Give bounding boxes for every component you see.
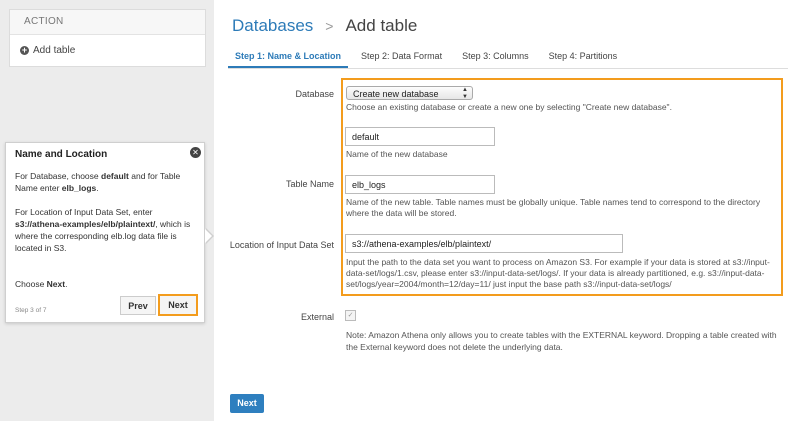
database-select-value: Create new database [353,89,439,99]
page-title: Add table [345,16,418,35]
table-name-help-1: Name of the new table. Table names must … [346,197,761,207]
plus-circle-icon: + [20,45,29,55]
tooltip-arrow [205,229,212,243]
table-name-help-2: where the data will be stored. [346,208,457,218]
wizard-tabs: Step 1: Name & Location Step 2: Data For… [228,46,788,69]
sidebar-header: ACTION [10,10,205,35]
database-label: Database [295,89,334,99]
location-help-1: Input the path to the data set you want … [346,257,770,267]
breadcrumb: Databases > Add table [232,16,417,36]
external-help-1: Note: Amazon Athena only allows you to c… [346,330,777,340]
database-help: Choose an existing database or create a … [346,102,672,112]
sidebar-item-add-table[interactable]: + Add table [20,45,75,56]
external-checkbox[interactable]: ✓ [345,310,356,321]
table-name-input[interactable]: elb_logs [345,175,495,194]
tooltip-step-indicator: Step 3 of 7 [15,307,47,314]
close-icon[interactable]: ✕ [190,147,201,158]
select-arrows-icon: ▲ ▼ [462,87,468,100]
tab-step-4[interactable]: Step 4: Partitions [542,46,625,68]
external-label: External [300,312,334,322]
location-input[interactable]: s3://athena-examples/elb/plaintext/ [345,234,623,253]
tab-step-2[interactable]: Step 2: Data Format [354,46,449,68]
location-help-2: data-set/logs/1.csv, please enter s3://i… [346,268,765,278]
location-help-3: set/logs/year=2004/month=12/day=11/ just… [346,279,672,289]
table-name-label: Table Name [285,179,334,189]
new-database-help: Name of the new database [346,149,448,159]
sidebar: ACTION + Add table [9,9,206,67]
location-label: Location of Input Data Set [229,240,334,250]
external-help-2: the External keyword does not delete the… [346,342,563,352]
next-button[interactable]: Next [230,394,264,413]
main-panel: Databases > Add table Step 1: Name & Loc… [214,0,800,421]
tab-step-1[interactable]: Step 1: Name & Location [228,46,349,68]
tooltip-prev-button[interactable]: Prev [120,296,156,315]
tour-tooltip: Name and Location ✕ For Database, choose… [5,142,214,323]
new-database-input[interactable]: default [345,127,495,146]
tooltip-paragraph-2: For Location of Input Data Set, enter s3… [15,207,191,253]
tooltip-title: Name and Location [15,149,108,160]
breadcrumb-separator: > [325,18,334,34]
tab-step-3[interactable]: Step 3: Columns [455,46,536,68]
tooltip-paragraph-1: For Database, choose default and for Tab… [15,171,181,193]
database-select[interactable]: Create new database ▲ ▼ [346,86,473,100]
breadcrumb-databases-link[interactable]: Databases [232,16,313,36]
sidebar-item-label: Add table [33,45,76,56]
tooltip-paragraph-3: Choose Next. [15,279,68,289]
tooltip-next-button[interactable]: Next [158,294,198,316]
